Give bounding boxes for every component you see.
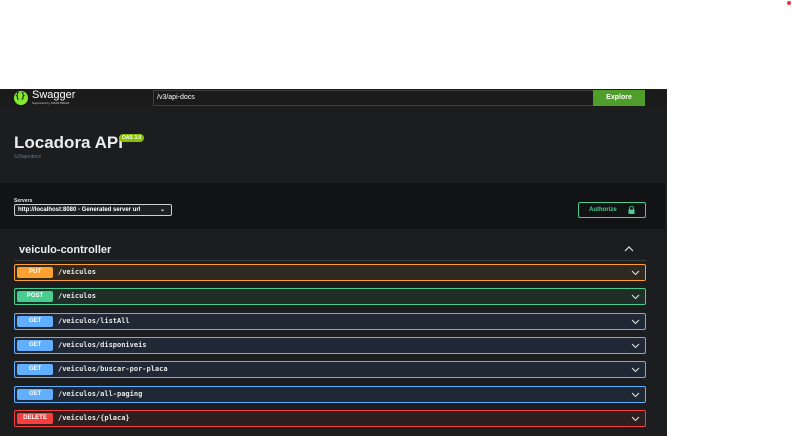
operation-delete-placa[interactable]: DELETE /veiculos/{placa} [14, 410, 646, 427]
lock-icon [628, 206, 635, 214]
api-docs-link[interactable]: /v3/api-docs [14, 154, 41, 160]
method-badge: GET [17, 364, 53, 375]
operation-put-veiculos[interactable]: PUT /veiculos [14, 264, 646, 281]
logo-subtitle: Supported by SMARTBEAR [32, 101, 70, 105]
servers-selected-value: http://localhost:8080 - Generated server… [18, 207, 141, 213]
chevron-down-icon: ⌄ [159, 207, 165, 213]
method-badge: GET [17, 389, 53, 400]
method-badge: GET [17, 316, 53, 327]
chevron-down-icon [631, 416, 640, 422]
operation-path: /veiculos [58, 292, 96, 300]
operation-get-buscar-por-placa[interactable]: GET /veiculos/buscar-por-placa [14, 361, 646, 378]
authorize-button[interactable]: Authorize [578, 202, 646, 218]
method-badge: PUT [17, 267, 53, 278]
api-url-input[interactable]: /v3/api-docs [153, 90, 594, 106]
operation-post-veiculos[interactable]: POST /veiculos [14, 288, 646, 305]
operation-path: /veiculos/listAll [58, 317, 130, 325]
chevron-down-icon [631, 319, 640, 325]
chevron-down-icon [631, 392, 640, 398]
swagger-logo-icon [14, 90, 28, 105]
operation-path: /veiculos/all-paging [58, 390, 143, 398]
operation-get-listall[interactable]: GET /veiculos/listAll [14, 313, 646, 330]
chevron-down-icon [631, 343, 640, 349]
operation-get-all-paging[interactable]: GET /veiculos/all-paging [14, 386, 646, 403]
authorize-label: Authorize [589, 207, 617, 213]
method-badge: POST [17, 291, 53, 302]
tag-title[interactable]: veiculo-controller [19, 244, 111, 256]
method-badge: GET [17, 340, 53, 351]
servers-select[interactable]: http://localhost:8080 - Generated server… [14, 204, 172, 216]
logo-name: Swagger [32, 89, 76, 101]
servers-section: Servers http://localhost:8080 - Generate… [0, 183, 665, 229]
swagger-ui: Swagger Supported by SMARTBEAR /v3/api-d… [0, 89, 667, 436]
chevron-down-icon [631, 270, 640, 276]
operation-path: /veiculos/buscar-por-placa [58, 365, 168, 373]
oas-version-badge: OAS 3.0 [119, 134, 145, 142]
operation-path: /veiculos/{placa} [58, 414, 130, 422]
chevron-down-icon [631, 294, 640, 300]
page-title: Locadora API [14, 133, 123, 152]
method-badge: DELETE [17, 413, 53, 424]
operation-get-disponiveis[interactable]: GET /veiculos/disponiveis [14, 337, 646, 354]
divider [14, 260, 646, 261]
notification-dot [787, 1, 791, 5]
topbar: Swagger Supported by SMARTBEAR /v3/api-d… [0, 89, 667, 107]
chevron-up-icon[interactable] [624, 245, 634, 253]
operation-path: /veiculos/disponiveis [58, 341, 147, 349]
chevron-down-icon [631, 367, 640, 373]
swagger-logo[interactable]: Swagger Supported by SMARTBEAR [14, 90, 75, 105]
explore-button[interactable]: Explore [593, 90, 645, 106]
operation-path: /veiculos [58, 268, 96, 276]
